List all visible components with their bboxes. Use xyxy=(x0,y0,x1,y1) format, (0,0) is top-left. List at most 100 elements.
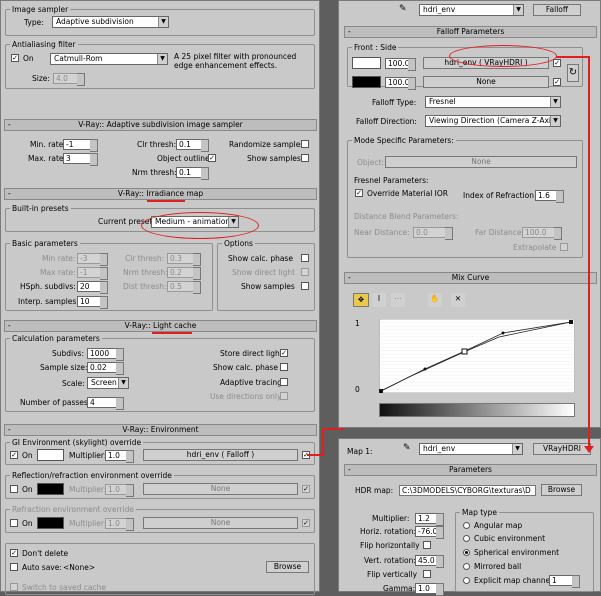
gamma-spinner[interactable]: 1.0 xyxy=(415,583,444,596)
hsph-subdivs-spinner[interactable]: 20 xyxy=(77,281,108,294)
refr-on-checkbox[interactable] xyxy=(10,519,18,527)
dont-delete-checkbox[interactable]: ✓ xyxy=(10,549,18,557)
gi-map-button[interactable]: hdri_env ( Falloff ) xyxy=(143,449,298,461)
object-outline-checkbox[interactable]: ✓ xyxy=(208,154,216,162)
eyedropper-icon[interactable]: ✎ xyxy=(403,443,411,453)
auto-save-browse-button[interactable]: Browse xyxy=(266,561,309,573)
filter-dropdown[interactable]: Catmull-Rom ▼ xyxy=(50,53,168,65)
vert-rotation-spinner[interactable]: 45.0 xyxy=(415,555,444,568)
refl-on-checkbox[interactable] xyxy=(10,485,18,493)
move-point-icon[interactable]: ✥ xyxy=(353,293,369,307)
lc-show-calc-checkbox[interactable] xyxy=(280,363,288,371)
falloff-direction-dropdown[interactable]: Viewing Direction (Camera Z-Axis) ▼ xyxy=(425,115,561,127)
hdr-browse-button[interactable]: Browse xyxy=(541,484,582,496)
refr-map-button[interactable]: None xyxy=(143,517,298,529)
object-pick-button[interactable]: None xyxy=(385,156,577,168)
use-directions-checkbox[interactable] xyxy=(280,392,288,400)
irr-show-direct-checkbox[interactable] xyxy=(301,268,309,276)
adaptive-max-rate-label: Max. rate: xyxy=(28,154,67,163)
randomize-samples-checkbox[interactable] xyxy=(301,140,309,148)
falloff-map-name-dropdown[interactable]: hdri_env ▼ xyxy=(419,4,524,16)
delete-point-icon[interactable]: ✕ xyxy=(451,293,465,307)
adaptive-show-samples-checkbox[interactable] xyxy=(301,154,309,162)
scale-dropdown[interactable]: Screen ▼ xyxy=(87,377,129,389)
explicit-map-channel-radio[interactable] xyxy=(463,577,470,584)
hdri-map-name-dropdown[interactable]: hdri_env ▼ xyxy=(419,443,523,455)
irr-clr-thresh-spinner[interactable]: 0.3 xyxy=(167,253,201,266)
side-amount-spinner[interactable]: 100.0 xyxy=(385,77,416,90)
refl-multiplier-spinner[interactable]: 1.0 xyxy=(105,484,134,497)
pan-hand-icon[interactable]: ✋ xyxy=(428,293,442,307)
adaptive-nrm-thresh-spinner[interactable]: 0.1 xyxy=(176,167,209,180)
cubic-environment-radio[interactable] xyxy=(463,535,470,542)
refl-map-toggle-checkbox[interactable]: ✓ xyxy=(302,485,310,493)
store-direct-checkbox[interactable]: ✓ xyxy=(280,349,288,357)
mirrored-ball-radio[interactable] xyxy=(463,563,470,570)
explicit-map-channel-spinner[interactable]: 1 xyxy=(549,575,580,588)
index-of-refraction-spinner[interactable]: 1.6 xyxy=(535,190,564,203)
far-distance-spinner[interactable]: 100.0 xyxy=(522,227,562,240)
falloff-parameters-rollout-header[interactable]: - Falloff Parameters xyxy=(344,26,597,38)
near-distance-spinner[interactable]: 0.0 xyxy=(413,227,453,240)
override-ior-checkbox[interactable]: ✓ xyxy=(355,189,363,197)
irr-show-calc-checkbox[interactable] xyxy=(301,254,309,262)
antialiasing-on-checkbox[interactable]: ✓ xyxy=(11,54,19,62)
hdri-map-type-button[interactable]: VRayHDRI xyxy=(533,443,591,455)
curve-point-end[interactable] xyxy=(569,320,573,324)
irr-show-samples-checkbox[interactable] xyxy=(301,282,309,290)
curve-point-mid[interactable] xyxy=(461,348,468,355)
flip-vertically-checkbox[interactable] xyxy=(423,570,431,578)
environment-rollout-header[interactable]: - V-Ray:: Environment xyxy=(4,424,317,436)
switch-saved-cache-checkbox[interactable] xyxy=(10,583,18,591)
subdivs-spinner[interactable]: 1000 xyxy=(87,348,124,361)
extrapolate-checkbox[interactable] xyxy=(560,243,568,251)
number-of-passes-spinner[interactable]: 4 xyxy=(87,397,124,410)
gi-on-checkbox[interactable]: ✓ xyxy=(10,451,18,459)
falloff-type-dropdown[interactable]: Fresnel ▼ xyxy=(425,96,561,108)
refl-map-button[interactable]: None xyxy=(143,483,298,495)
adaptive-sampler-rollout-header[interactable]: - V-Ray:: Adaptive subdivision image samp… xyxy=(4,119,317,131)
hdr-map-path-field[interactable]: C:\3DMODELS\CYBORG\texturas\D xyxy=(399,485,536,496)
curve-point-start[interactable] xyxy=(379,389,383,393)
spherical-environment-radio[interactable] xyxy=(463,549,470,556)
irr-dist-thresh-spinner[interactable]: 0.5 xyxy=(167,281,201,294)
front-color-swatch[interactable] xyxy=(352,57,381,69)
refr-multiplier-spinner[interactable]: 1.0 xyxy=(105,518,134,531)
auto-save-checkbox[interactable] xyxy=(10,563,18,571)
eyedropper-icon[interactable]: ✎ xyxy=(399,4,407,14)
sample-size-spinner[interactable]: 0.02 xyxy=(87,362,124,375)
interp-samples-spinner[interactable]: 10 xyxy=(77,296,108,309)
insert-point-icon[interactable]: ⋯ xyxy=(391,293,405,307)
adaptive-max-rate-spinner[interactable]: 3 xyxy=(63,153,98,166)
irr-min-rate-spinner[interactable]: -3 xyxy=(77,253,108,266)
scale-point-icon[interactable]: Ⅰ xyxy=(372,293,386,307)
hdri-multiplier-spinner[interactable]: 1.2 xyxy=(415,513,444,526)
falloff-map-type-button[interactable]: Falloff xyxy=(533,4,581,16)
size-spinner[interactable]: 4.0 xyxy=(53,73,85,86)
side-map-checkbox[interactable]: ✓ xyxy=(553,78,561,86)
swap-colors-button[interactable]: ↻ xyxy=(567,64,579,82)
hdri-parameters-rollout-header[interactable]: - Parameters xyxy=(344,464,597,476)
refl-color-swatch[interactable] xyxy=(37,483,64,495)
sampler-type-dropdown[interactable]: Adaptive subdivision ▼ xyxy=(52,16,169,28)
irradiance-rollout-header[interactable]: - V-Ray:: Irradiance map xyxy=(4,188,317,200)
refr-color-swatch[interactable] xyxy=(37,517,64,529)
gi-color-swatch[interactable] xyxy=(37,449,64,461)
light-cache-rollout-header[interactable]: - V-Ray:: Light cache xyxy=(4,320,317,332)
gi-multiplier-spinner[interactable]: 1.0 xyxy=(105,450,134,463)
adaptive-min-rate-spinner[interactable]: -1 xyxy=(63,139,98,152)
mix-curve-rollout-header[interactable]: - Mix Curve xyxy=(344,272,597,284)
front-map-checkbox[interactable]: ✓ xyxy=(553,59,561,67)
irr-nrm-thresh-spinner[interactable]: 0.2 xyxy=(167,267,201,280)
irr-max-rate-spinner[interactable]: -1 xyxy=(77,267,108,280)
mix-curve-graph[interactable] xyxy=(379,319,575,393)
front-amount-spinner[interactable]: 100.0 xyxy=(385,58,416,71)
adaptive-clr-thresh-spinner[interactable]: 0.1 xyxy=(176,139,209,152)
side-map-button[interactable]: None xyxy=(423,76,549,88)
angular-map-radio[interactable] xyxy=(463,522,470,529)
refr-map-toggle-checkbox[interactable]: ✓ xyxy=(302,519,310,527)
side-color-swatch[interactable] xyxy=(352,76,381,88)
adaptive-tracing-checkbox[interactable] xyxy=(280,378,288,386)
horiz-rotation-spinner[interactable]: -76.0 xyxy=(415,526,444,539)
flip-horizontally-checkbox[interactable] xyxy=(423,541,431,549)
